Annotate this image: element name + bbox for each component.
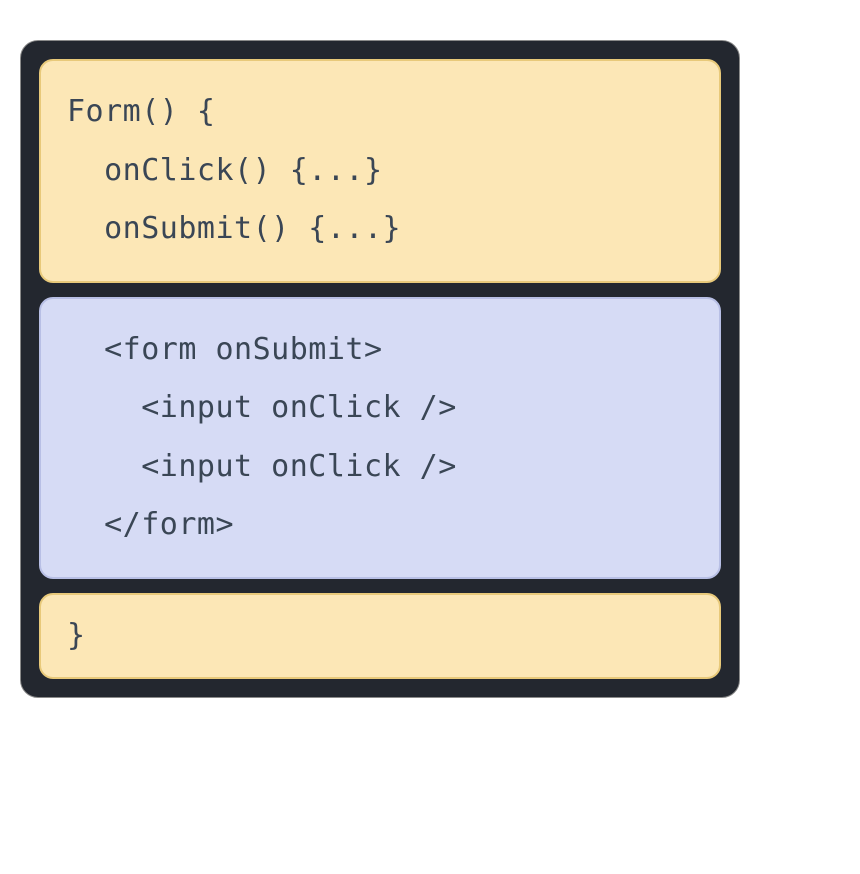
- diagram-container: Form() { onClick() {...} onSubmit() {...…: [20, 40, 740, 698]
- code-line: onSubmit() {...}: [67, 200, 693, 259]
- code-line: Form() {: [67, 83, 693, 142]
- code-line: </form>: [67, 496, 693, 555]
- code-line: <input onClick />: [67, 379, 693, 438]
- code-line: onClick() {...}: [67, 142, 693, 201]
- code-line: <form onSubmit>: [67, 321, 693, 380]
- jsx-render-block: <form onSubmit> <input onClick /> <input…: [39, 297, 721, 579]
- component-declaration-block: Form() { onClick() {...} onSubmit() {...…: [39, 59, 721, 283]
- code-line: }: [67, 607, 693, 666]
- code-line: <input onClick />: [67, 438, 693, 497]
- component-close-block: }: [39, 593, 721, 680]
